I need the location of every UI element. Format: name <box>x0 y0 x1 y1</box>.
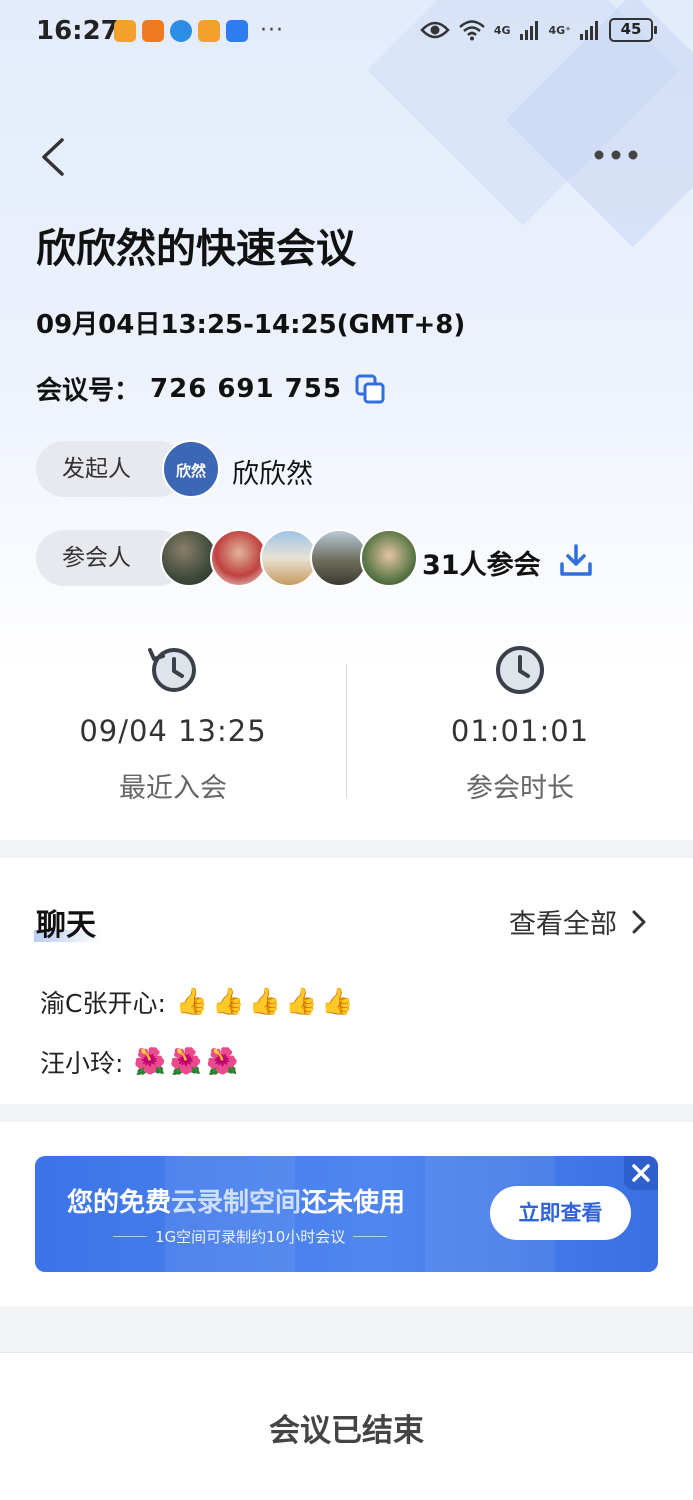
video-app-icon <box>142 20 164 42</box>
bulb-app-icon <box>226 20 248 42</box>
flower-emoji: 🌺 <box>206 1047 239 1077</box>
chevron-right-icon <box>632 910 646 933</box>
banner-title-pre: 您的免费 <box>67 1188 172 1218</box>
clock-icon <box>496 646 544 694</box>
promo-section: 您的免费云录制空间还未使用 1G空间可录制约10小时会议 立即查看 <box>0 1122 693 1306</box>
banner-subtitle-row: 1G空间可录制约10小时会议 <box>113 1226 388 1247</box>
signal-icon <box>580 21 598 40</box>
stat-duration: 01:01:01 参会时长 <box>347 630 693 805</box>
meeting-id-label: 会议号： <box>36 376 141 406</box>
back-button[interactable] <box>34 134 74 180</box>
duration-value: 01:01:01 <box>450 714 590 748</box>
banner-subtitle: 1G空间可录制约10小时会议 <box>155 1228 346 1246</box>
download-icon[interactable] <box>558 542 594 578</box>
meeting-time-range: 09月04日13:25-14:25(GMT+8) <box>36 310 466 340</box>
flower-emoji: 🌺 <box>169 1047 203 1077</box>
banner-title-post: 还未使用 <box>301 1188 406 1218</box>
network-type-label: 4G⁺ <box>548 23 572 37</box>
close-icon[interactable] <box>624 1156 658 1190</box>
last-join-label: 最近入会 <box>119 773 227 804</box>
view-all-label: 查看全部 <box>509 909 617 940</box>
meeting-title: 欣欣然的快速会议 <box>36 226 356 272</box>
chat-title: 聊天 <box>36 908 96 943</box>
duration-label: 参会时长 <box>466 773 574 804</box>
status-time: 16:27 <box>36 16 119 46</box>
chat-message: 汪小玲: 🌺 🌺 🌺 <box>40 1044 239 1080</box>
history-icon <box>148 648 196 692</box>
cloud-recording-banner[interactable]: 您的免费云录制空间还未使用 1G空间可录制约10小时会议 立即查看 <box>35 1156 658 1272</box>
view-all-chat-button[interactable]: 查看全部 <box>509 902 647 941</box>
meeting-id: 726 691 755 <box>150 373 342 404</box>
weibo-app-icon <box>198 20 220 42</box>
bottom-bar: 会议已结束 <box>0 1352 693 1500</box>
more-options-button[interactable] <box>591 140 641 170</box>
network-type-label: 4G <box>493 23 511 37</box>
participant-avatars[interactable] <box>160 529 430 589</box>
stat-last-join: 09/04 13:25 最近入会 <box>0 630 346 805</box>
copy-icon[interactable] <box>354 373 386 405</box>
chat-emojis: 🌺 🌺 🌺 <box>133 1046 238 1078</box>
host-name: 欣欣然 <box>232 459 313 490</box>
notification-icons: ··· <box>114 20 284 42</box>
eye-icon <box>420 21 450 39</box>
status-indicators: 4G 4G⁺ 45 <box>420 18 657 42</box>
thumbs-up-emoji: 👍 <box>285 987 318 1017</box>
chat-sender: 渝C张开心: <box>40 989 166 1018</box>
divider <box>353 1236 388 1237</box>
thumbs-up-emoji: 👍 <box>175 987 209 1017</box>
divider <box>113 1236 147 1237</box>
meeting-stats: 09/04 13:25 最近入会 01:01:01 参会时长 <box>0 630 693 820</box>
more-notifications-icon: ··· <box>260 18 284 43</box>
browser-app-icon <box>170 20 192 42</box>
status-bar: 16:27 ··· 4G 4G⁺ 45 <box>0 0 693 66</box>
thumbs-up-emoji: 👍 <box>321 987 354 1017</box>
meeting-id-row: 会议号： 726 691 755 <box>36 370 386 407</box>
meeting-ended-status: 会议已结束 <box>269 1413 424 1449</box>
signal-icon <box>519 21 538 40</box>
thumbs-up-emoji: 👍 <box>212 987 245 1017</box>
chat-sender: 汪小玲: <box>40 1049 124 1078</box>
view-now-button[interactable]: 立即查看 <box>490 1186 631 1240</box>
participant-count: 31人参会 <box>422 550 541 581</box>
host-avatar[interactable]: 欣然 <box>162 440 220 498</box>
chat-emojis: 👍 👍 👍 👍 👍 <box>176 986 354 1018</box>
battery-icon: 45 <box>609 18 657 42</box>
chat-message: 渝C张开心: 👍 👍 👍 👍 👍 <box>40 984 354 1020</box>
flower-emoji: 🌺 <box>133 1047 166 1077</box>
avatar <box>360 529 418 587</box>
chat-section: 聊天 查看全部 渝C张开心: 👍 👍 👍 👍 👍 汪小玲: 🌺 🌺 🌺 <box>0 858 693 1104</box>
banner-title: 您的免费云录制空间还未使用 <box>67 1182 405 1219</box>
wifi-icon <box>458 20 485 41</box>
banner-title-highlight: 云录制空间 <box>171 1188 302 1218</box>
thumbs-up-emoji: 👍 <box>248 987 282 1017</box>
last-join-time: 09/04 13:25 <box>79 714 267 748</box>
weibo-app-icon <box>114 20 136 42</box>
